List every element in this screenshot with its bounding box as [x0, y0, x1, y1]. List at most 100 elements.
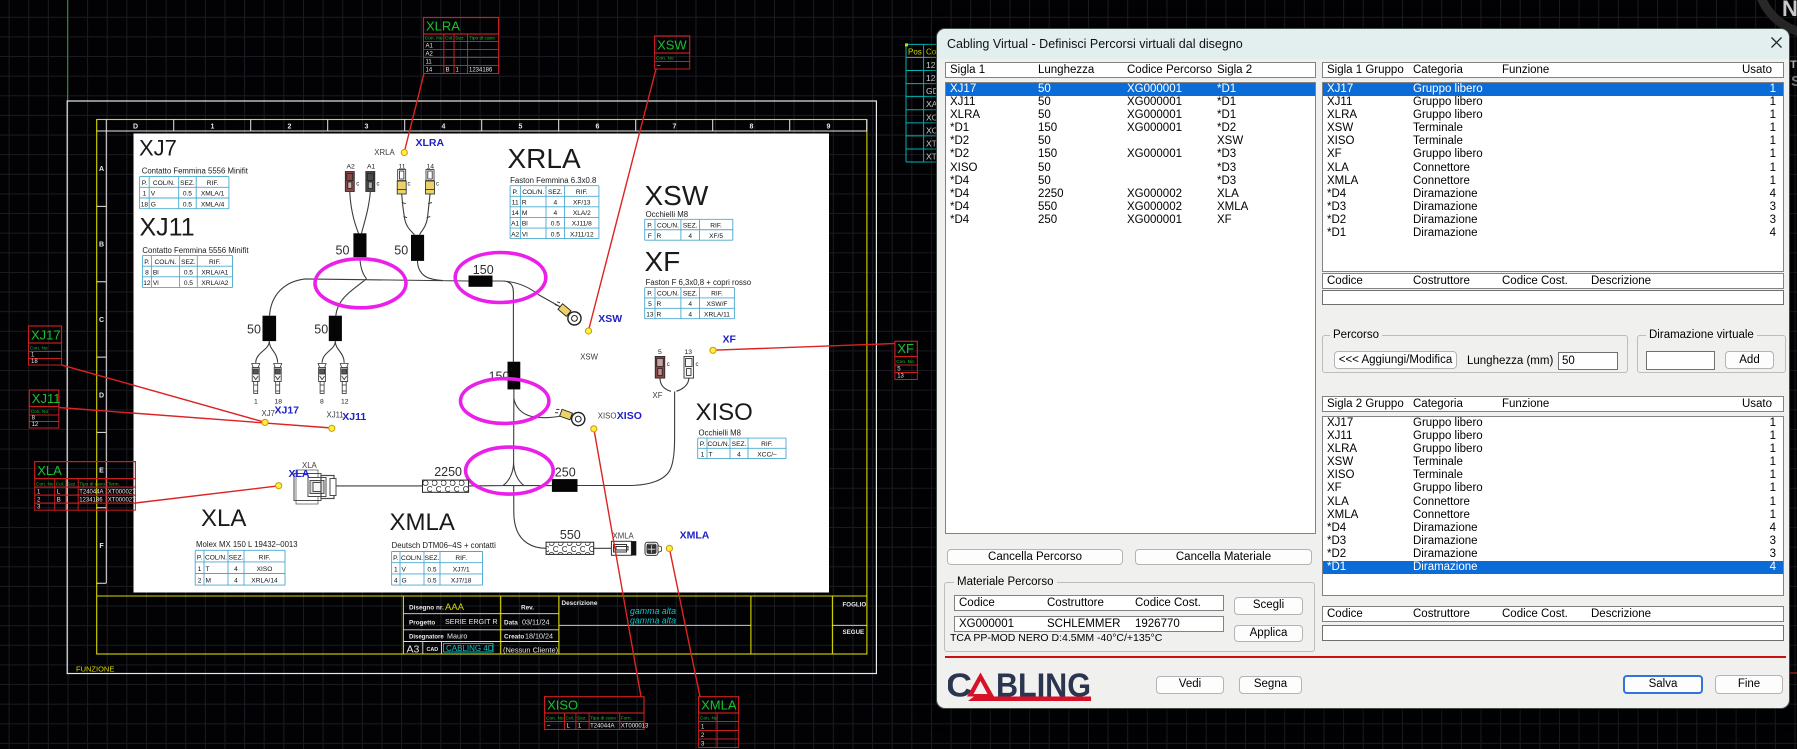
svg-text:150: 150 — [489, 370, 510, 384]
svg-text:1: 1 — [701, 725, 705, 731]
svg-text:18: 18 — [31, 359, 38, 365]
svg-text:RIF.: RIF. — [761, 441, 773, 448]
svg-text:Faston Femmina 6.3x0.8: Faston Femmina 6.3x0.8 — [510, 176, 596, 185]
svg-text:1: 1 — [37, 489, 41, 495]
svg-text:4: 4 — [394, 578, 398, 585]
svg-text:4: 4 — [441, 123, 445, 130]
svg-text:250: 250 — [555, 466, 576, 480]
svg-text:XMLA: XMLA — [701, 698, 737, 713]
svg-text:XISO: XISO — [696, 399, 753, 426]
svg-text:P.: P. — [197, 554, 203, 561]
svg-text:XJ11/12: XJ11/12 — [570, 231, 594, 238]
svg-text:XISO: XISO — [257, 566, 273, 573]
svg-text:P.: P. — [393, 555, 399, 562]
svg-text:XMLA: XMLA — [390, 509, 455, 536]
svg-text:Vl: Vl — [522, 231, 528, 238]
svg-text:XJ11: XJ11 — [342, 411, 366, 423]
svg-text:5: 5 — [897, 367, 901, 373]
svg-text:R: R — [522, 200, 527, 207]
svg-text:COL/N.: COL/N. — [708, 441, 730, 448]
svg-text:50: 50 — [336, 243, 350, 257]
svg-text:P.: P. — [144, 259, 150, 266]
svg-text:XRLA/A1: XRLA/A1 — [201, 270, 228, 277]
svg-text:4: 4 — [688, 233, 692, 240]
svg-text:RIF.: RIF. — [259, 554, 271, 561]
svg-text:Pos: Pos — [908, 48, 922, 57]
svg-text:Bl: Bl — [522, 221, 528, 228]
svg-text:c: c — [408, 182, 411, 188]
svg-text:Col.: Col. — [445, 36, 454, 42]
svg-text:F: F — [99, 543, 104, 550]
svg-text:D: D — [133, 123, 138, 130]
svg-text:0.5: 0.5 — [427, 578, 436, 585]
svg-text:SEZ.: SEZ. — [683, 291, 698, 298]
svg-text:COL/N.: COL/N. — [657, 291, 679, 298]
svg-text:SERIE ERGIT R: SERIE ERGIT R — [445, 617, 498, 626]
svg-text:gamma alta: gamma alta — [630, 606, 676, 616]
svg-text:B: B — [446, 68, 450, 74]
svg-text:C: C — [948, 671, 972, 703]
svg-text:COL/N.: COL/N. — [205, 554, 227, 561]
svg-text:XRLA: XRLA — [374, 148, 395, 157]
svg-text:XSW: XSW — [645, 180, 709, 211]
svg-text:1: 1 — [31, 353, 35, 359]
svg-text:FOGLIO: FOGLIO — [843, 602, 867, 609]
svg-text:SEZ.: SEZ. — [180, 180, 195, 187]
svg-text:Data: Data — [504, 620, 518, 627]
svg-text:Progetto: Progetto — [409, 620, 435, 627]
svg-text:CABLING 4D: CABLING 4D — [446, 644, 494, 653]
svg-text:Faston F 6,3x0,8 + copri rosso: Faston F 6,3x0,8 + copri rosso — [646, 278, 752, 287]
svg-text:5: 5 — [648, 301, 652, 308]
svg-text:Con. No: Con. No — [36, 481, 54, 487]
svg-text:XF: XF — [897, 341, 914, 356]
svg-text:Col.: Col. — [566, 716, 575, 722]
svg-text:XJ7/18: XJ7/18 — [451, 578, 472, 585]
svg-text:5: 5 — [518, 123, 522, 130]
svg-text:6: 6 — [595, 123, 599, 130]
svg-text:XJ7: XJ7 — [262, 409, 275, 418]
svg-text:8: 8 — [32, 416, 36, 422]
svg-text:1: 1 — [254, 398, 258, 405]
svg-text:Con. No: Con. No — [546, 716, 564, 722]
svg-text:L: L — [57, 489, 61, 495]
svg-text:T: T — [709, 451, 713, 458]
svg-text:N: N — [1782, 0, 1797, 21]
svg-text:AAA: AAA — [445, 602, 465, 613]
svg-text:11: 11 — [512, 200, 519, 207]
svg-text:50: 50 — [247, 323, 261, 337]
svg-text:T24044A: T24044A — [590, 724, 614, 730]
svg-text:XISO: XISO — [547, 698, 578, 713]
svg-text:T: T — [1790, 59, 1797, 71]
svg-text:XF: XF — [653, 391, 663, 400]
svg-text:1: 1 — [394, 566, 398, 573]
svg-text:A2: A2 — [511, 231, 519, 238]
svg-text:Tipo di cavo: Tipo di cavo — [79, 481, 105, 487]
svg-text:13: 13 — [897, 374, 904, 380]
svg-text:1234186: 1234186 — [79, 497, 103, 503]
svg-text:Molex MX 150 L 19432–0013: Molex MX 150 L 19432–0013 — [196, 540, 298, 549]
svg-text:Con. No: Con. No — [31, 409, 49, 415]
svg-text:A2: A2 — [426, 52, 434, 58]
svg-text:XCC/–: XCC/– — [757, 451, 777, 458]
svg-text:D: D — [99, 392, 104, 399]
svg-text:RIF.: RIF. — [209, 259, 221, 266]
svg-text:XRLA/11: XRLA/11 — [704, 311, 730, 318]
svg-text:XISO: XISO — [617, 410, 642, 422]
svg-text:0.5: 0.5 — [184, 280, 193, 287]
svg-text:COL/N.: COL/N. — [153, 180, 175, 187]
svg-text:COL/N.: COL/N. — [401, 555, 423, 562]
svg-text:XF: XF — [723, 334, 737, 346]
svg-text:8: 8 — [320, 398, 324, 405]
svg-text:XRLA/A2: XRLA/A2 — [201, 280, 228, 287]
svg-text:0.5: 0.5 — [551, 231, 560, 238]
svg-text:XJ17: XJ17 — [275, 405, 300, 417]
svg-text:50: 50 — [314, 323, 328, 337]
svg-text:0.5: 0.5 — [183, 201, 192, 208]
svg-text:c: c — [667, 362, 670, 368]
svg-text:F: F — [648, 233, 652, 240]
svg-text:Con. No: Con. No — [896, 359, 914, 365]
svg-text:12: 12 — [143, 280, 151, 287]
svg-text:SEZ.: SEZ. — [683, 223, 698, 230]
svg-text:C: C — [99, 317, 104, 324]
svg-text:Occhielli M8: Occhielli M8 — [646, 210, 688, 219]
